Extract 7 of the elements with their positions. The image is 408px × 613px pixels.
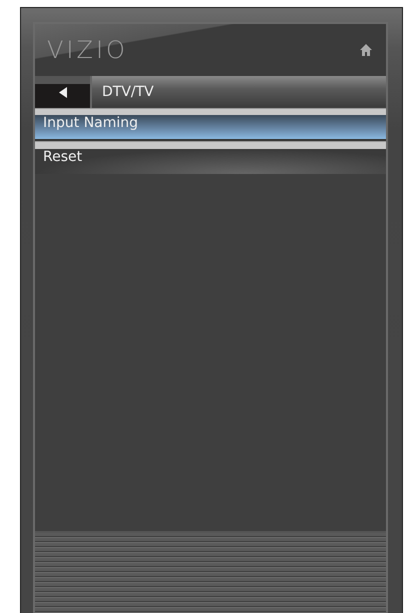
brand-logo: VIZIO (47, 36, 128, 64)
menu-title: DTV/TV (92, 76, 386, 108)
back-icon (58, 86, 66, 98)
back-button[interactable] (35, 76, 92, 108)
menu-item[interactable]: Input Naming (35, 115, 386, 141)
home-icon[interactable] (360, 44, 372, 56)
menu-item[interactable]: Reset (35, 149, 386, 174)
